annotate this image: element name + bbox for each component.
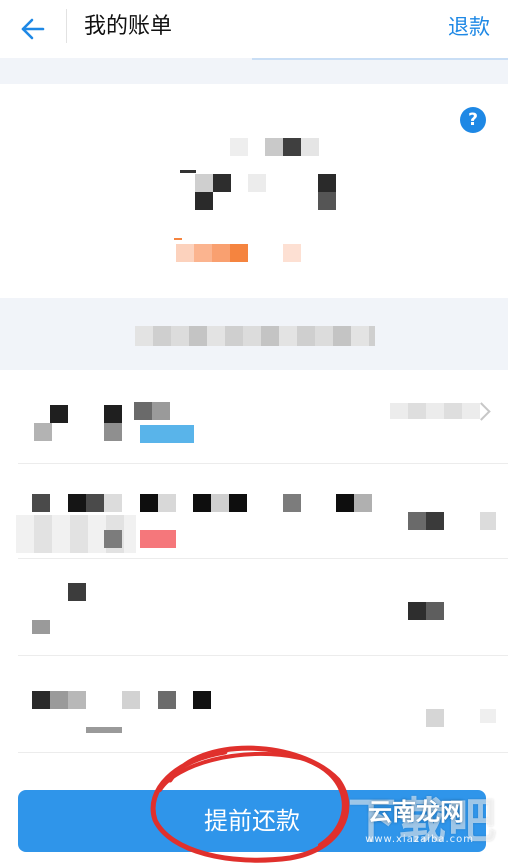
tab-strip xyxy=(0,58,508,84)
censored-block xyxy=(265,138,283,156)
censored-block xyxy=(34,423,52,441)
refund-link[interactable]: 退款 xyxy=(448,13,490,41)
censored-block xyxy=(318,192,336,210)
censored-text xyxy=(135,326,375,346)
censored-block xyxy=(122,691,140,709)
censored-block xyxy=(195,174,213,192)
censored-block xyxy=(248,174,266,192)
tab-indicator xyxy=(252,58,508,60)
censored-block xyxy=(301,138,319,156)
censored-block xyxy=(50,405,68,423)
censored-block xyxy=(140,494,158,512)
censored-block xyxy=(104,494,122,512)
prepay-button-label: 提前还款 xyxy=(204,807,300,835)
censored-block xyxy=(230,138,248,156)
censored-block xyxy=(86,727,122,733)
censored-block xyxy=(408,512,426,530)
list-divider xyxy=(18,752,508,753)
censored-block xyxy=(68,691,86,709)
censored-block xyxy=(50,691,68,709)
list-divider xyxy=(18,655,508,656)
censored-block xyxy=(86,494,104,512)
censored-block xyxy=(32,494,50,512)
censored-block xyxy=(426,709,444,727)
censored-block xyxy=(212,244,230,262)
censored-block xyxy=(336,494,354,512)
censored-block xyxy=(174,238,182,240)
censored-block xyxy=(193,494,211,512)
censored-block xyxy=(32,620,50,634)
prepay-button[interactable]: 提前还款 xyxy=(18,790,486,852)
censored-block xyxy=(426,512,444,530)
censored-block xyxy=(180,170,196,173)
censored-block xyxy=(480,709,496,723)
censored-block xyxy=(104,530,122,548)
arrow-left-icon xyxy=(21,18,45,40)
censored-block xyxy=(104,423,122,441)
app-screen: 我的账单 退款 ? 提前还款 下载吧 云南龙网 www.xiazaiba.com xyxy=(0,0,508,865)
page-title: 我的账单 xyxy=(84,14,173,39)
censored-block xyxy=(354,494,372,512)
censored-block xyxy=(230,244,248,262)
censored-block xyxy=(426,602,444,620)
list-divider xyxy=(18,558,508,559)
back-button[interactable] xyxy=(16,12,50,46)
censored-text xyxy=(390,403,480,419)
censored-block xyxy=(195,192,213,210)
censored-block xyxy=(194,244,212,262)
top-bar: 我的账单 退款 xyxy=(0,0,508,58)
censored-block xyxy=(283,494,301,512)
censored-block xyxy=(158,494,176,512)
censored-block xyxy=(158,691,176,709)
censored-block xyxy=(134,402,152,420)
censored-block xyxy=(176,244,194,262)
censored-block xyxy=(283,138,301,156)
censored-block xyxy=(211,494,229,512)
censored-block xyxy=(408,602,426,620)
censored-block xyxy=(152,402,170,420)
censored-block xyxy=(213,174,231,192)
censored-block xyxy=(104,405,122,423)
censored-block xyxy=(68,494,86,512)
censored-block xyxy=(32,691,50,709)
censored-block xyxy=(480,512,496,530)
censored-block xyxy=(68,583,86,601)
censored-block xyxy=(140,530,176,548)
help-icon[interactable]: ? xyxy=(460,107,486,133)
censored-block xyxy=(140,425,194,443)
censored-block xyxy=(318,174,336,192)
censored-block xyxy=(229,494,247,512)
censored-block xyxy=(283,244,301,262)
list-divider xyxy=(18,463,508,464)
header-divider xyxy=(66,9,67,43)
censored-block xyxy=(193,691,211,709)
